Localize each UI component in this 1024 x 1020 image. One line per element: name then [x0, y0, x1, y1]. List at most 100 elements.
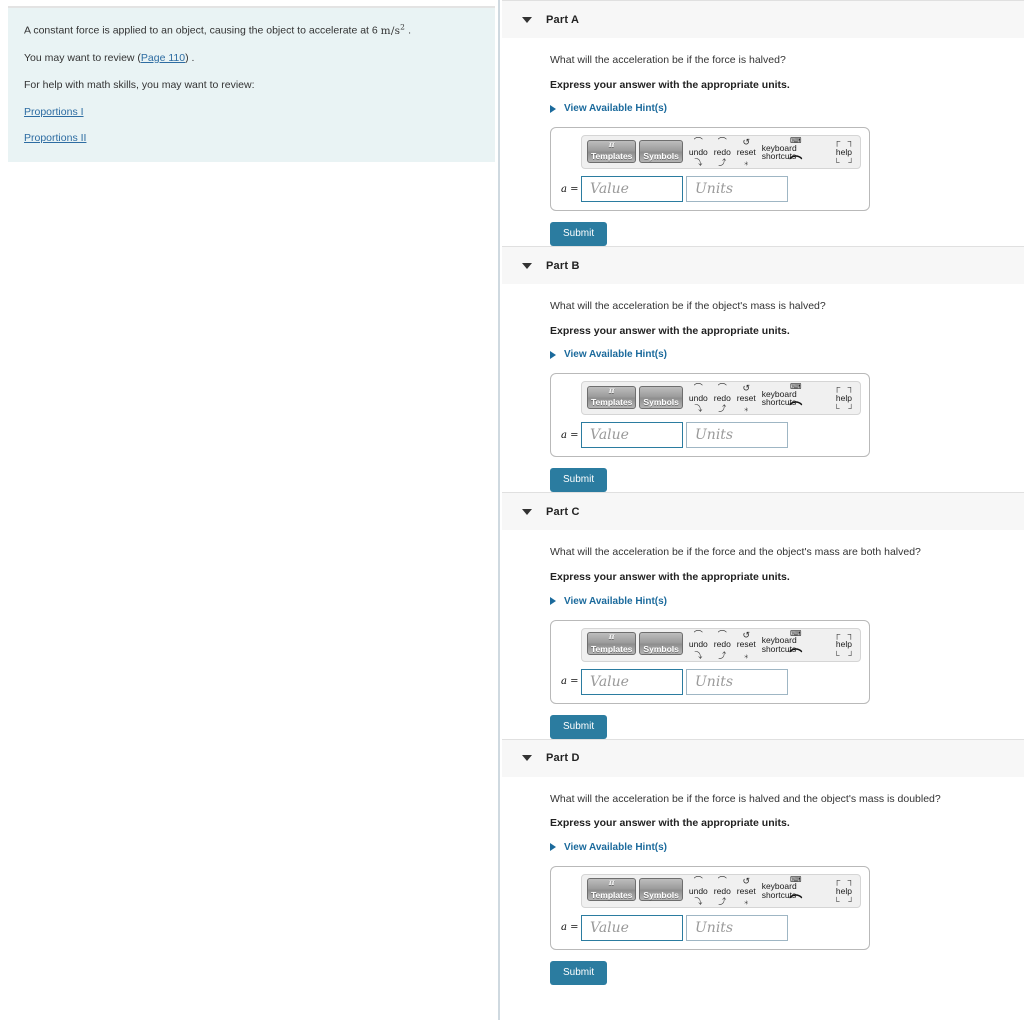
templates-label: Templates [591, 397, 633, 408]
variable-name: a [561, 183, 567, 195]
instruction-text-c: Express your answer with the appropriate… [550, 570, 790, 583]
part-body-b: What will the acceleration be if the obj… [502, 284, 1024, 493]
help-button[interactable]: ┌ ┐ help └ ┘ [833, 381, 855, 415]
proportions-i-link[interactable]: Proportions I [24, 106, 479, 118]
math-toolbar-a: π Templates Symbols ⌒ undo ⤵ ⌒ redo ⤴ ↺ … [581, 135, 861, 170]
reset-button[interactable]: ↺ reset ⁎ [734, 381, 759, 415]
variable-name: a [561, 676, 567, 688]
review-prefix: You may want to review ( [24, 51, 141, 64]
answer-input-row-a: a = Value Units [559, 176, 861, 203]
symbols-button[interactable]: Symbols [639, 385, 683, 409]
variable-name: a [561, 429, 567, 441]
value-placeholder-c: Value [590, 673, 629, 690]
bracket-top-left-icon: ┌ [833, 628, 841, 639]
undo-button[interactable]: ⌒ undo ⤵ [686, 874, 711, 908]
part-block-a: Part A What will the acceleration be if … [502, 0, 1024, 247]
units-input-a[interactable]: Units [686, 176, 788, 203]
review-line: You may want to review (Page 110) . [24, 52, 479, 65]
math-toolbar-b: π Templates Symbols ⌒ undo ⤵ ⌒ redo ⤴ ↺ … [581, 381, 861, 416]
help-button[interactable]: ┌ ┐ help └ ┘ [833, 874, 855, 908]
units-input-c[interactable]: Units [686, 668, 788, 695]
keyboard-shortcuts-button[interactable]: ⌨ keyboard shortcuts ⌒ [759, 628, 833, 662]
math-toolbar-d: π Templates Symbols ⌒ undo ⤵ ⌒ redo ⤴ ↺ … [581, 873, 861, 908]
value-input-c[interactable]: Value [581, 668, 683, 695]
symbols-button[interactable]: Symbols [639, 878, 683, 902]
problem-statement-text: A constant force is applied to an object… [24, 24, 381, 37]
submit-button-a[interactable]: Submit [550, 222, 608, 247]
problem-statement-card: A constant force is applied to an object… [8, 6, 495, 162]
templates-button[interactable]: π Templates [587, 632, 637, 656]
part-header-d[interactable]: Part D [502, 738, 1024, 777]
templates-label: Templates [591, 151, 633, 162]
hint-toggle-a[interactable]: View Available Hint(s) [550, 103, 1024, 114]
part-header-c[interactable]: Part C [502, 492, 1024, 531]
undo-label: undo [688, 885, 708, 896]
units-input-d[interactable]: Units [686, 914, 788, 941]
bracket-top-right-icon: ┐ [847, 628, 854, 639]
part-block-b: Part B What will the acceleration be if … [502, 246, 1024, 493]
help-button[interactable]: ┌ ┐ help └ ┘ [833, 628, 855, 662]
units-placeholder-c: Units [695, 673, 734, 690]
value-input-d[interactable]: Value [581, 914, 683, 941]
undo-button[interactable]: ⌒ undo ⤵ [686, 135, 711, 169]
value-input-a[interactable]: Value [581, 176, 683, 203]
reset-button[interactable]: ↺ reset ⁎ [734, 628, 759, 662]
keyboard-shortcuts-button[interactable]: ⌨ keyboard shortcuts ⌒ [759, 874, 833, 908]
symbols-button[interactable]: Symbols [639, 139, 683, 163]
keyboard-shortcuts-button[interactable]: ⌨ keyboard shortcuts ⌒ [759, 381, 833, 416]
hint-toggle-d[interactable]: View Available Hint(s) [550, 842, 1024, 853]
undo-arc-icon: ⌒ [693, 629, 703, 640]
chevron-down-icon[interactable] [522, 262, 532, 269]
templates-label: Templates [591, 889, 633, 900]
variable-name: a [561, 922, 567, 934]
part-header-b[interactable]: Part B [502, 246, 1024, 285]
undo-label: undo [688, 146, 708, 157]
undo-button[interactable]: ⌒ undo ⤵ [686, 381, 711, 415]
redo-button[interactable]: ⌒ redo ⤴ [711, 628, 734, 662]
pi-icon: π [608, 138, 615, 149]
proportions-ii-link[interactable]: Proportions II [24, 132, 479, 144]
chevron-down-icon[interactable] [522, 508, 532, 515]
value-input-b[interactable]: Value [581, 422, 683, 449]
reset-button[interactable]: ↺ reset ⁎ [734, 135, 759, 169]
redo-button[interactable]: ⌒ redo ⤴ [711, 874, 734, 908]
answer-input-row-d: a = Value Units [559, 914, 861, 941]
keyboard-icon: ⌨ [790, 874, 802, 884]
reset-circle-arrow-icon: ↺ [742, 629, 751, 640]
redo-button[interactable]: ⌒ redo ⤴ [711, 135, 734, 169]
pi-icon: π [608, 877, 615, 888]
answer-input-row-c: a = Value Units [559, 668, 861, 695]
templates-button[interactable]: π Templates [587, 877, 637, 902]
submit-button-c[interactable]: Submit [550, 714, 608, 739]
left-panel: A constant force is applied to an object… [0, 0, 500, 1020]
undo-button[interactable]: ⌒ undo ⤵ [686, 628, 711, 662]
math-numerator: m [380, 24, 391, 37]
page-110-link[interactable]: Page 110 [141, 52, 185, 64]
keyboard-shortcuts-button[interactable]: ⌨ keyboard shortcuts ⌒ [759, 135, 833, 170]
reset-label: reset [736, 393, 756, 404]
templates-button[interactable]: π Templates [587, 138, 637, 163]
keyboard-arc-icon: ⌒ [789, 893, 803, 909]
help-button[interactable]: ┌ ┐ help └ ┘ [833, 135, 855, 169]
submit-button-b[interactable]: Submit [550, 468, 608, 493]
part-header-a[interactable]: Part A [502, 0, 1024, 38]
submit-button-d[interactable]: Submit [550, 960, 608, 985]
redo-button[interactable]: ⌒ redo ⤴ [711, 381, 734, 415]
chevron-down-icon[interactable] [522, 755, 532, 762]
units-input-b[interactable]: Units [686, 422, 788, 449]
hint-toggle-c[interactable]: View Available Hint(s) [550, 596, 1024, 607]
acceleration-units-math: m/s2 [380, 22, 406, 37]
instruction-text-a: Express your answer with the appropriate… [550, 78, 790, 91]
templates-button[interactable]: π Templates [587, 385, 637, 409]
reset-button[interactable]: ↺ reset ⁎ [734, 874, 759, 908]
symbols-button[interactable]: Symbols [639, 632, 683, 656]
reset-star-icon: ⁎ [744, 896, 749, 906]
bracket-top-right-icon: ┐ [847, 136, 854, 147]
bracket-bottom-right-icon: ┘ [848, 158, 854, 168]
reset-label: reset [736, 885, 756, 896]
instruction-text-d: Express your answer with the appropriate… [550, 817, 790, 830]
bracket-top-right-icon: ┐ [847, 382, 854, 393]
reset-star-icon: ⁎ [744, 650, 749, 660]
hint-toggle-b[interactable]: View Available Hint(s) [550, 349, 1024, 360]
chevron-down-icon[interactable] [522, 16, 532, 23]
